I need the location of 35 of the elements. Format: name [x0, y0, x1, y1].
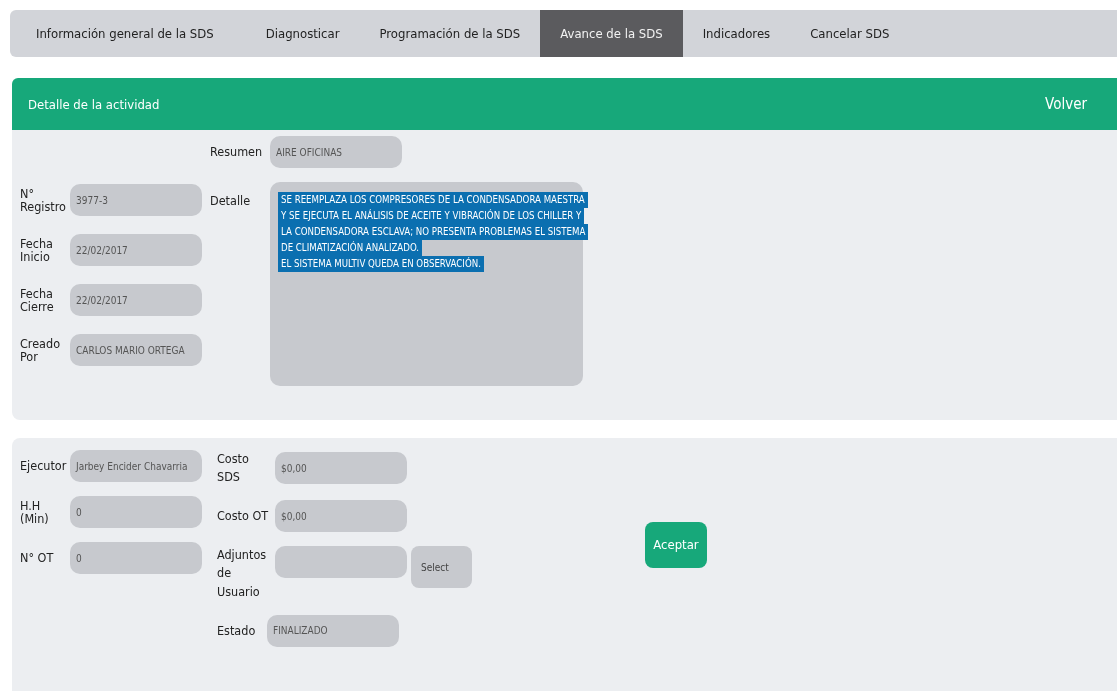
- input-field[interactable]: 3977-3: [70, 184, 202, 216]
- input-field[interactable]: 22/02/2017: [70, 284, 202, 316]
- file-field[interactable]: [275, 546, 407, 579]
- field-label: N° OT: [20, 551, 55, 565]
- field-label: Fecha Inicio: [20, 236, 54, 264]
- tab[interactable]: Cancelar SDS: [790, 10, 910, 57]
- tab[interactable]: Avance de la SDS: [540, 10, 683, 57]
- input-field[interactable]: $0,00: [275, 452, 407, 485]
- tab[interactable]: Programación de la SDS: [359, 10, 541, 57]
- tab[interactable]: Diagnosticar: [245, 10, 360, 57]
- input-field[interactable]: 22/02/2017: [70, 234, 202, 266]
- field-label: Creado Por: [20, 336, 62, 364]
- field-label: Fecha Cierre: [20, 286, 55, 314]
- field-label: Estado: [217, 624, 257, 638]
- input-field[interactable]: $0,00: [275, 500, 407, 533]
- back-link[interactable]: Volver: [1045, 95, 1087, 113]
- input-field[interactable]: 0: [70, 542, 202, 574]
- select-button[interactable]: Select: [411, 546, 472, 589]
- field-label: Ejecutor: [20, 459, 66, 473]
- field-label: Costo SDS: [217, 450, 250, 487]
- tab[interactable]: Indicadores: [682, 10, 791, 57]
- field-label: Costo OT: [217, 507, 270, 526]
- input-field[interactable]: FINALIZADO: [267, 614, 399, 647]
- field-label: Adjuntos de Usuario: [217, 546, 268, 601]
- section-title: Detalle de la actividad: [28, 96, 160, 112]
- tab[interactable]: Información general de la SDS: [36, 10, 234, 57]
- field-label: H.H (Min): [20, 498, 50, 526]
- input-field[interactable]: CARLOS MARIO ORTEGA: [70, 334, 202, 366]
- input-field[interactable]: Jarbey Encider Chavarria: [70, 450, 202, 482]
- field-label: Resumen: [210, 145, 264, 159]
- input-field[interactable]: AIRE OFICINAS: [270, 136, 402, 168]
- field-label: Detalle: [210, 192, 252, 208]
- accept-button[interactable]: Aceptar: [645, 521, 707, 568]
- input-field[interactable]: 0: [70, 496, 202, 528]
- field-label: N° Registro: [20, 186, 66, 214]
